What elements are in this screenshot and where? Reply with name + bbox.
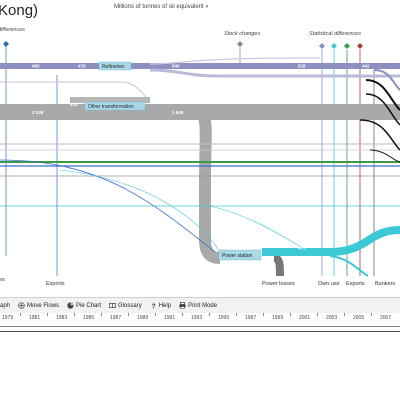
diamond-marker-icon[interactable] <box>344 43 350 49</box>
bottom-label-own-use: Own use <box>318 281 340 287</box>
flow-value-2038: 2 038 <box>32 110 44 115</box>
diamond-marker-icon[interactable] <box>357 43 363 49</box>
timeline-tick <box>344 313 345 316</box>
glossary-icon <box>109 303 117 308</box>
flow-value-476: 476 <box>78 64 86 69</box>
year-label[interactable]: 1993 <box>191 315 202 321</box>
graph-button[interactable]: aph <box>0 303 10 309</box>
diamond-marker-icon[interactable] <box>331 43 337 49</box>
pie-chart-button[interactable]: Pie Chart <box>67 302 101 309</box>
year-label[interactable]: 1987 <box>110 315 121 321</box>
bottom-label-exports-right: Exports <box>346 281 365 287</box>
other-transformation-label: Other transformation <box>88 104 134 110</box>
year-label[interactable]: 1997 <box>245 315 256 321</box>
print-mode-button[interactable]: Print Mode <box>179 302 217 309</box>
flow-line[interactable] <box>373 69 400 91</box>
year-label[interactable]: 1991 <box>164 315 175 321</box>
flow-value-528: 528 <box>298 64 306 69</box>
help-icon: ? <box>151 303 155 309</box>
bottom-label-power-losses: Power losses <box>262 281 295 287</box>
year-label[interactable]: 2003 <box>326 315 337 321</box>
glossary-label: Glossary <box>118 302 142 309</box>
timeline-tick <box>290 313 291 316</box>
timeline-tick <box>371 313 372 316</box>
timeline-rail <box>0 331 400 332</box>
timeline-tick <box>317 313 318 316</box>
timeline-tick <box>128 313 129 316</box>
timeline-tick <box>236 313 237 316</box>
flow-value-1849: 1 849 <box>172 110 184 115</box>
timeline-tick <box>209 313 210 316</box>
sankey-diagram: 480 476 540 528 442 2 038 515 1 849 473 … <box>0 41 400 277</box>
bottom-label-left: es <box>0 277 5 283</box>
year-label[interactable]: 2007 <box>380 315 391 321</box>
year-label[interactable]: 1999 <box>272 315 283 321</box>
timeline-tick <box>101 313 102 316</box>
year-label[interactable]: 1979 <box>2 315 13 321</box>
pie-chart-label: Pie Chart <box>76 302 102 309</box>
pie-chart-icon <box>67 302 74 309</box>
power-losses-flow[interactable] <box>273 254 284 277</box>
flow-value-442: 442 <box>362 64 370 69</box>
svg-text:?: ? <box>151 303 155 309</box>
graph-label: aph <box>0 302 11 309</box>
electricity-bunkers-flow[interactable] <box>329 255 369 277</box>
move-flows-icon <box>18 302 25 309</box>
move-flows-label: Move Flows <box>27 302 60 309</box>
year-label[interactable]: 1995 <box>218 315 229 321</box>
flow-value-540: 540 <box>172 64 180 69</box>
timeline-tick <box>182 313 183 316</box>
year-label[interactable]: 2001 <box>299 315 310 321</box>
timeline-tick <box>20 313 21 316</box>
help-label: Help <box>158 302 172 309</box>
bottom-label-exports-left: Exports <box>46 281 65 287</box>
flow-value-515: 515 <box>70 102 78 107</box>
diamond-marker-icon[interactable] <box>237 41 243 47</box>
year-label[interactable]: 1983 <box>56 315 67 321</box>
diamond-marker-icon[interactable] <box>3 41 9 47</box>
electricity-flow[interactable] <box>262 226 400 256</box>
flow-line[interactable] <box>209 205 311 253</box>
help-button[interactable]: ? Help <box>150 302 172 310</box>
timeline-tick <box>47 313 48 316</box>
timeline-tick <box>74 313 75 316</box>
flow-line[interactable] <box>59 169 221 253</box>
oil-products-branch-flow[interactable] <box>149 68 400 78</box>
timeline-tick <box>155 313 156 316</box>
move-flows-button[interactable]: Move Flows <box>18 302 59 309</box>
year-label[interactable]: 1985 <box>83 315 94 321</box>
bottom-label-bunkers: Bunkers <box>375 281 396 287</box>
print-icon <box>179 302 186 309</box>
toolbar: aph Move Flows Pie Chart Glossary ? Help… <box>0 297 400 314</box>
refineries-label: Refineries <box>102 64 125 70</box>
dark-flow[interactable] <box>369 149 400 163</box>
dark-flow[interactable] <box>359 119 400 151</box>
print-mode-label: Print Mode <box>188 302 218 309</box>
flow-value-473: 473 <box>298 246 306 251</box>
flow-value-480: 480 <box>32 64 40 69</box>
year-timeline[interactable]: 1979 1981 1983 1985 1987 1989 1991 1993 … <box>0 313 400 327</box>
glossary-button[interactable]: Glossary <box>109 302 142 309</box>
power-station-label: Power station <box>222 253 253 259</box>
power-input-flow[interactable] <box>180 106 221 264</box>
diamond-marker-icon[interactable] <box>319 43 325 49</box>
timeline-tick <box>263 313 264 316</box>
year-label[interactable]: 2005 <box>353 315 364 321</box>
year-label[interactable]: 1989 <box>137 315 148 321</box>
year-label[interactable]: 1981 <box>29 315 40 321</box>
